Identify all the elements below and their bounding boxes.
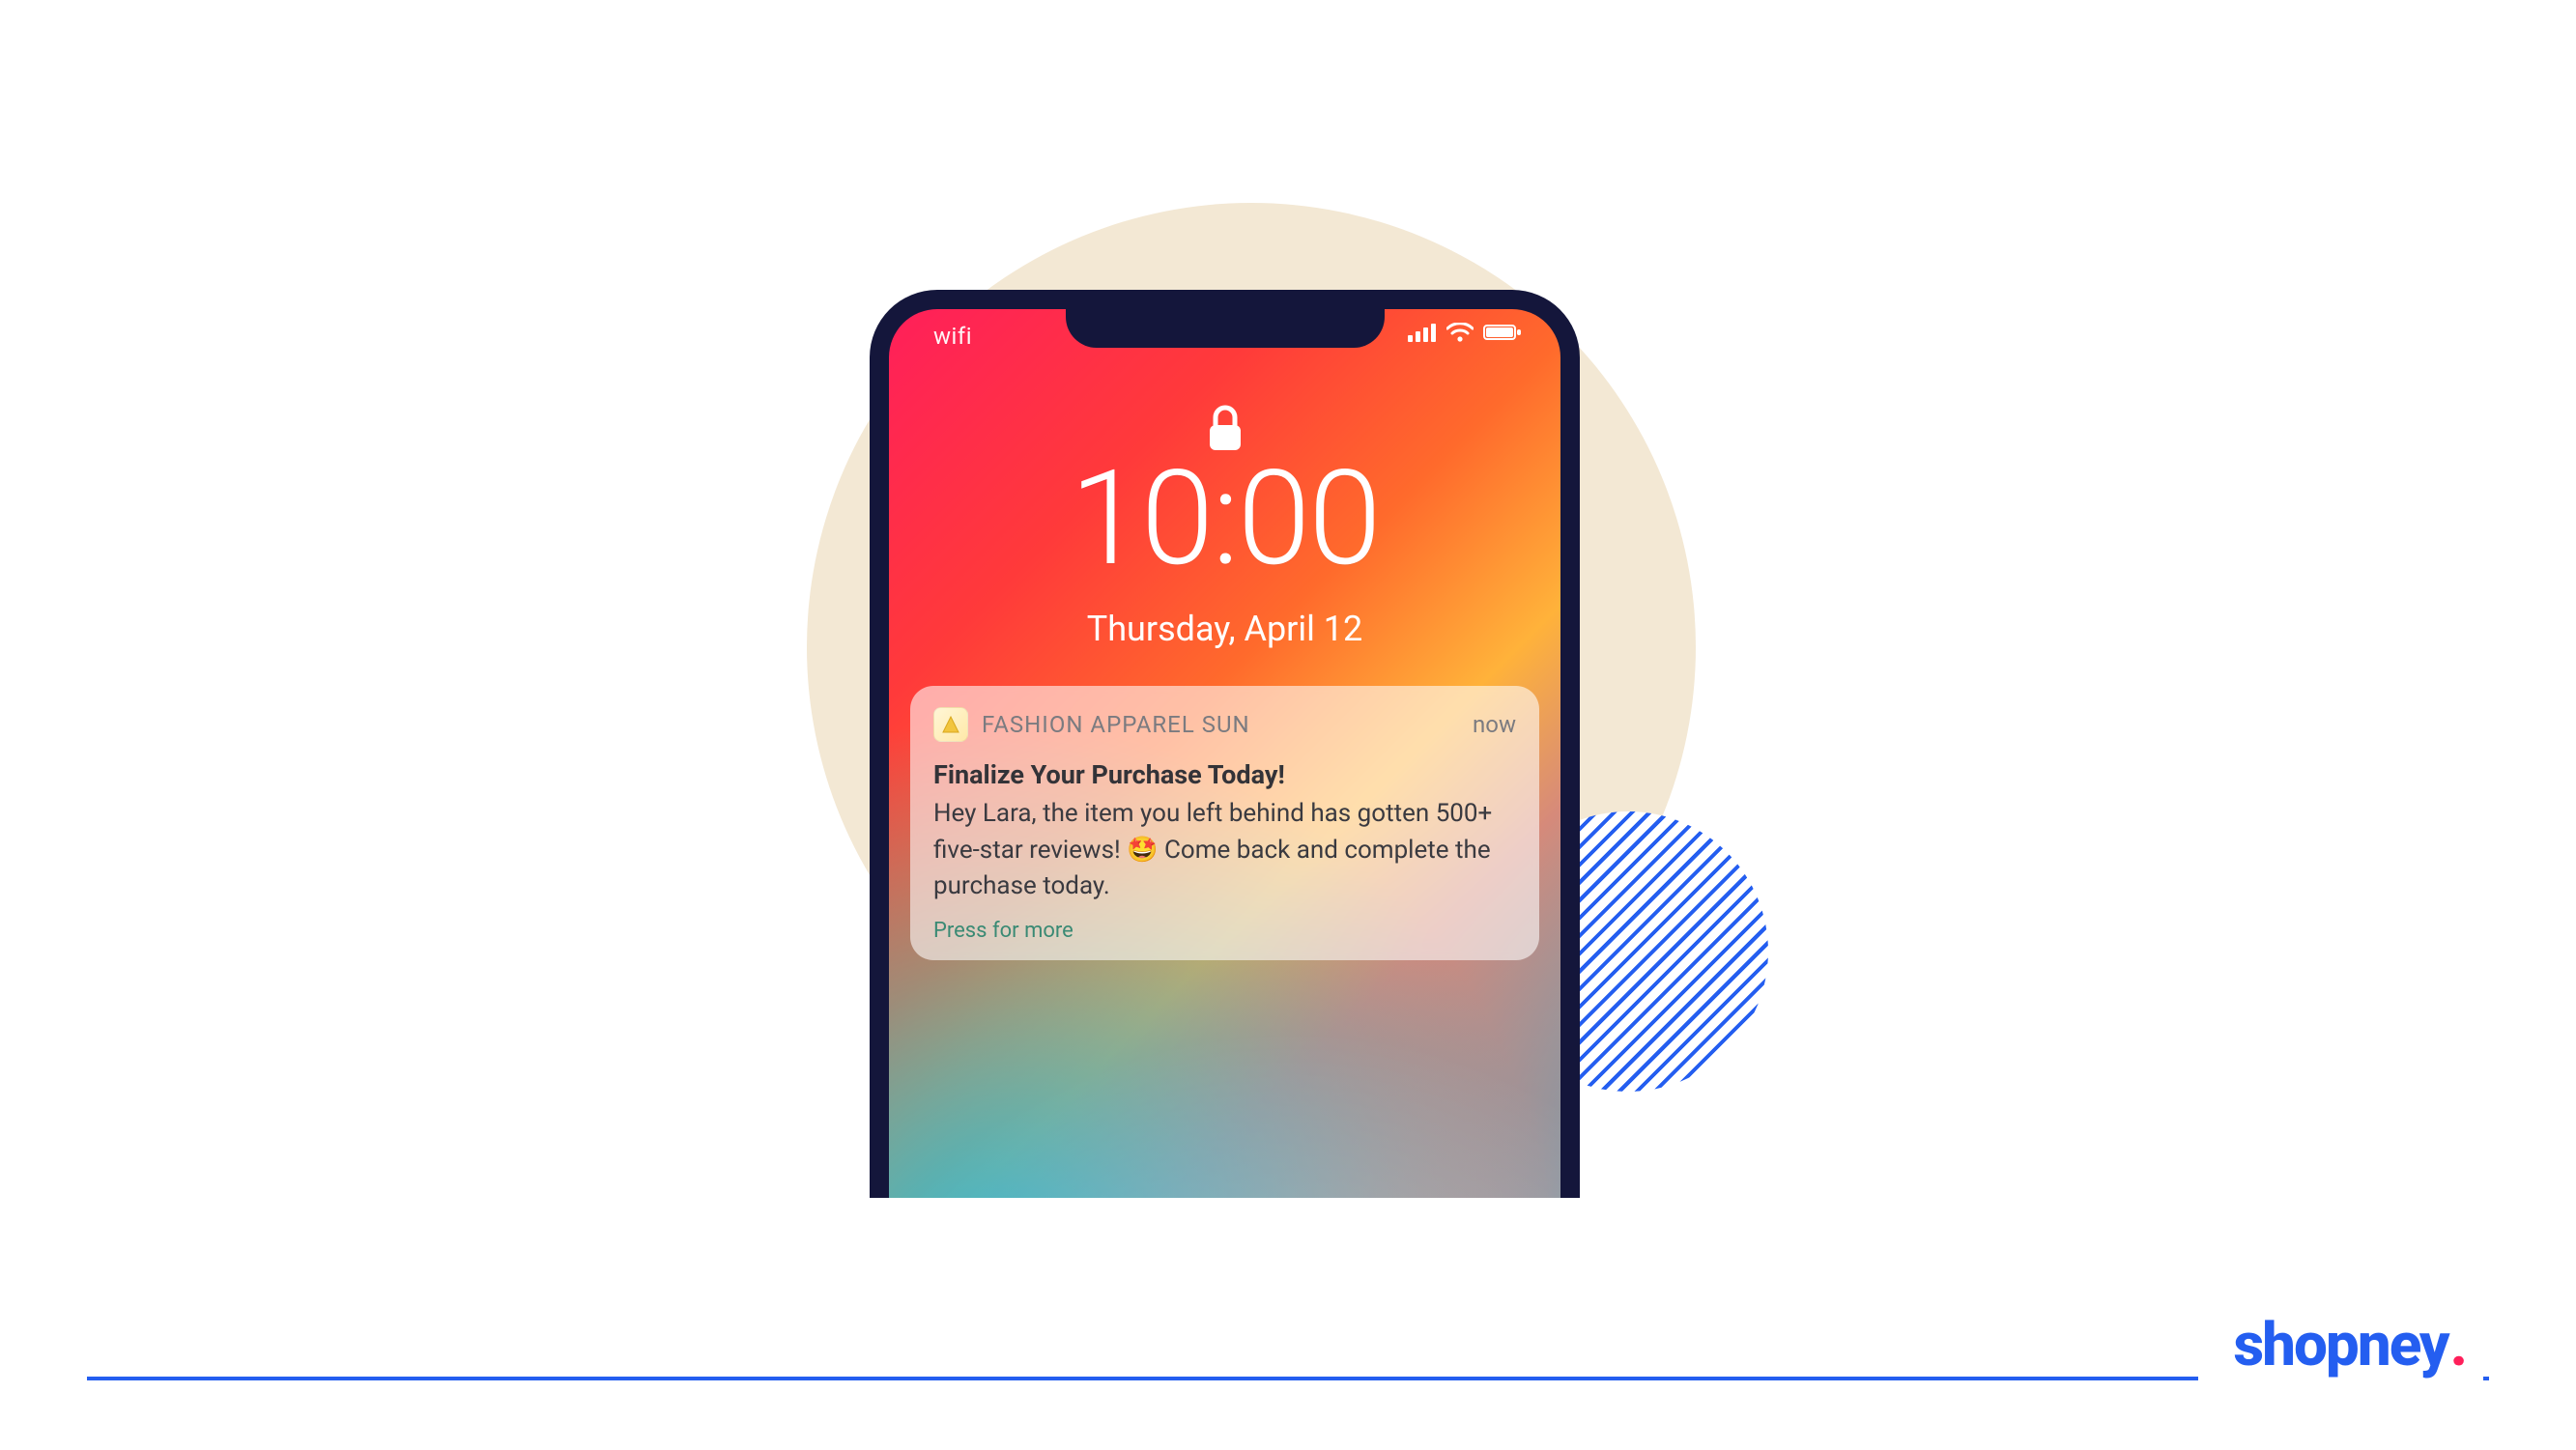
notification-body: Hey Lara, the item you left behind has g… (933, 796, 1516, 905)
notification-app-icon (933, 707, 968, 742)
notification-app-name: FASHION APPAREL SUN (982, 711, 1250, 738)
lockscreen-time: 10:00 (889, 441, 1560, 598)
cellular-icon (1408, 323, 1437, 342)
phone-screen: wifi (889, 309, 1560, 1198)
phone-notch (1066, 290, 1385, 348)
notification-timestamp: now (1473, 711, 1516, 738)
notification-header: FASHION APPAREL SUN now (933, 707, 1516, 742)
brand-logo: shopney . (2198, 1310, 2483, 1386)
stage: wifi (0, 0, 2576, 1450)
battery-icon (1483, 323, 1522, 342)
status-right-icons (1408, 323, 1522, 342)
phone-frame: wifi (870, 290, 1580, 1198)
notification-press-for-more[interactable]: Press for more (933, 919, 1516, 943)
wifi-icon (1446, 323, 1474, 342)
brand-name: shopney (2233, 1310, 2447, 1380)
brand-dot: . (2450, 1310, 2468, 1380)
footer-divider (87, 1377, 2489, 1380)
lockscreen-date: Thursday, April 12 (889, 609, 1560, 649)
notification-card[interactable]: FASHION APPAREL SUN now Finalize Your Pu… (910, 686, 1539, 960)
status-wifi-label: wifi (933, 323, 972, 350)
notification-title: Finalize Your Purchase Today! (933, 759, 1516, 790)
